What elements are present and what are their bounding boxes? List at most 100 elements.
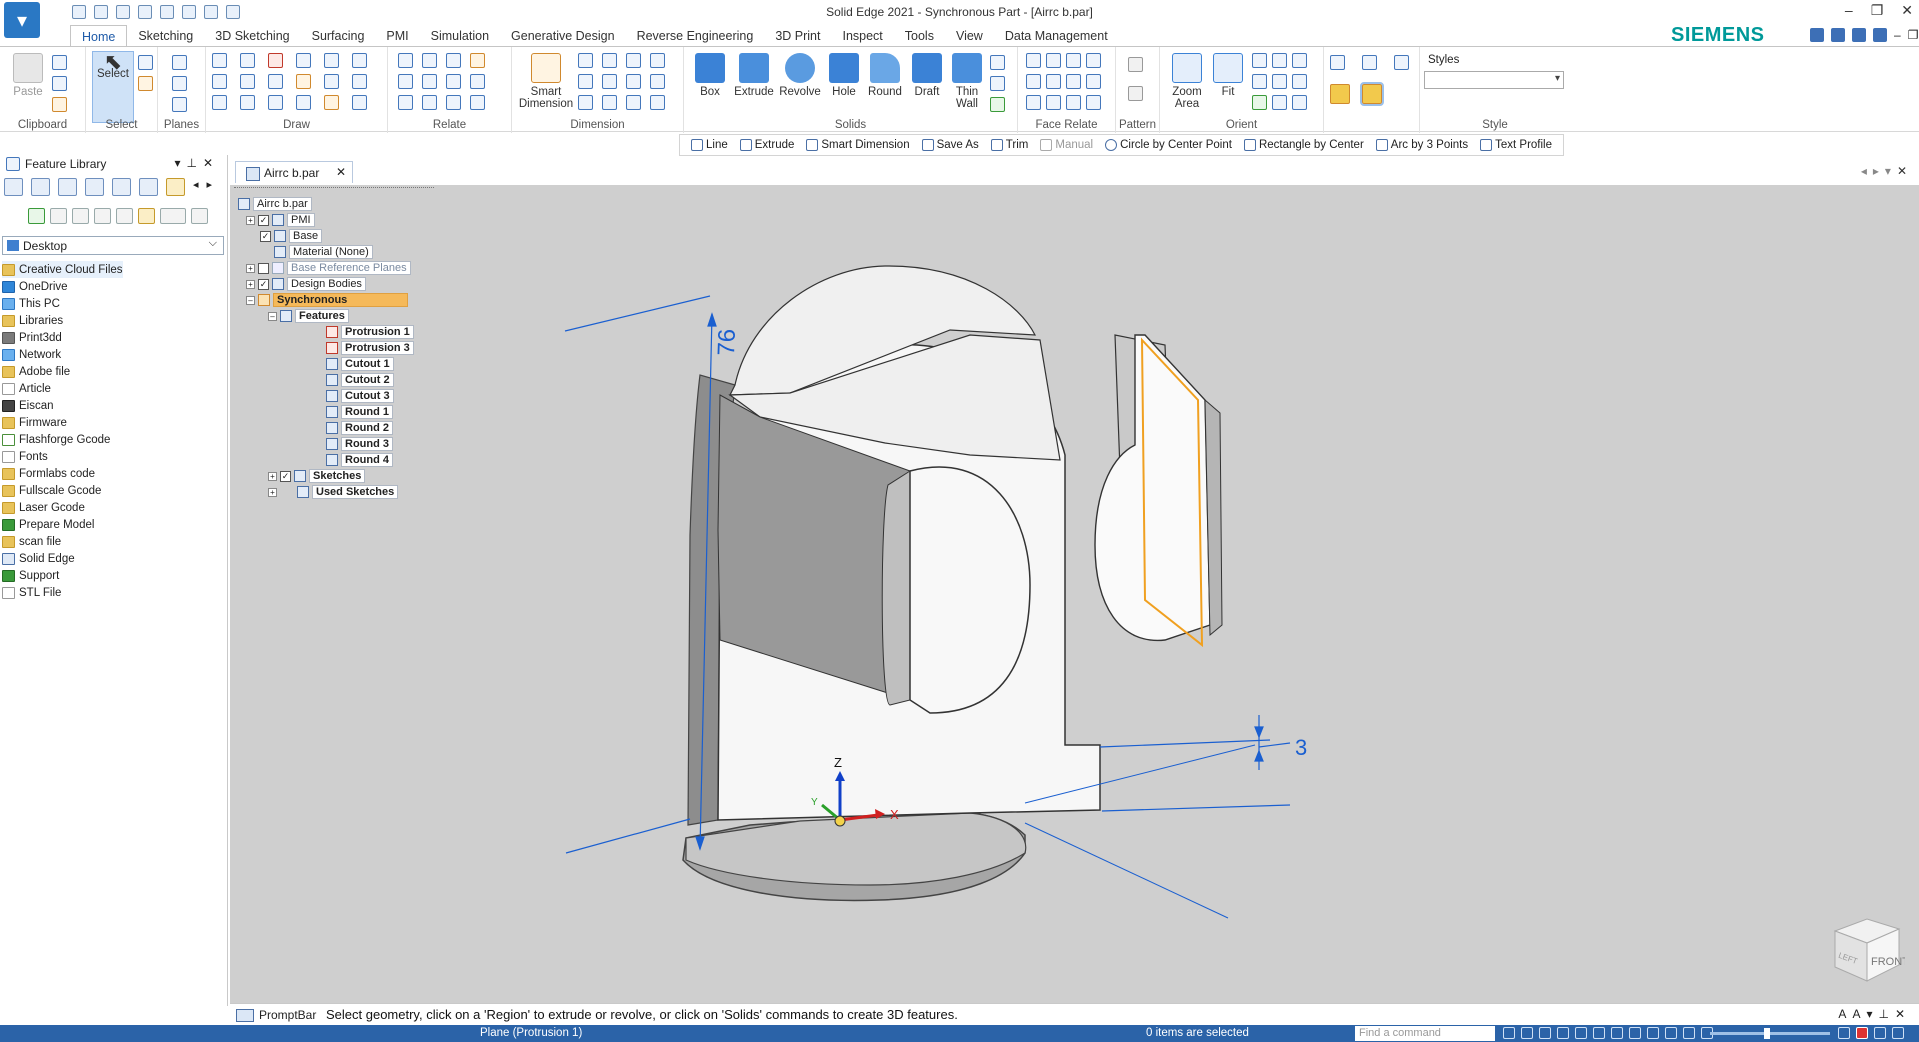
shaded-icon[interactable] — [1330, 84, 1350, 104]
text-icon[interactable] — [650, 74, 665, 89]
mirror-icon[interactable] — [324, 74, 339, 89]
visible-hidden-edges-icon[interactable] — [1362, 55, 1377, 70]
list-item[interactable]: Solid Edge — [2, 550, 123, 567]
symmetric-icon[interactable] — [422, 95, 437, 110]
tree-features[interactable]: – Features — [268, 309, 349, 323]
mirror-body-icon[interactable] — [990, 76, 1005, 91]
window-arrange-icon[interactable] — [1831, 28, 1845, 42]
doc-close-all-icon[interactable]: ✕ — [1897, 164, 1913, 178]
prompt-bar-label[interactable]: PromptBar — [236, 1008, 316, 1022]
pan-icon[interactable] — [1272, 53, 1287, 68]
view-orientation-icon[interactable] — [1272, 95, 1287, 110]
cmd-manual[interactable]: Manual — [1035, 139, 1098, 151]
list-item[interactable]: OneDrive — [2, 278, 123, 295]
list-item[interactable]: Formlabs code — [2, 465, 123, 482]
document-tab[interactable]: Airrc b.par ✕ — [235, 161, 353, 183]
height-dimension-value[interactable]: 76 — [713, 328, 741, 356]
prompt-menu-icon[interactable]: ▾ — [1866, 1007, 1878, 1021]
display-icon[interactable] — [1665, 1027, 1677, 1039]
equal-radius-icon[interactable] — [1046, 74, 1061, 89]
tab-simulation[interactable]: Simulation — [420, 25, 500, 47]
styles-dropdown[interactable] — [1424, 71, 1564, 89]
cmd-smart-dimension[interactable]: Smart Dimension — [801, 139, 914, 151]
expand-icon[interactable]: + — [268, 487, 277, 497]
cmd-circle-by-center-point[interactable]: Circle by Center Point — [1100, 139, 1237, 151]
coplanar-icon[interactable] — [1026, 53, 1041, 68]
format-painter-icon[interactable] — [52, 97, 67, 112]
tree-feature-item[interactable]: Cutout 2 — [326, 373, 394, 387]
list-item[interactable]: Adobe file — [2, 363, 123, 380]
smart-dimension-button[interactable]: Smart Dimension — [518, 53, 574, 110]
tabs-prev-icon[interactable]: ◂ — [193, 178, 199, 196]
hole-button[interactable]: Hole — [824, 53, 864, 98]
prompt-close-icon[interactable]: ✕ — [1895, 1007, 1911, 1021]
tab-sketching[interactable]: Sketching — [127, 25, 204, 47]
parallel-icon[interactable] — [422, 53, 437, 68]
tab-pmi[interactable]: PMI — [375, 25, 419, 47]
view-icon[interactable] — [1611, 1027, 1623, 1039]
tree-feature-item[interactable]: Protrusion 3 — [326, 341, 414, 355]
minimize-icon[interactable]: – — [1845, 2, 1853, 19]
mirror-pattern-icon[interactable] — [1128, 86, 1143, 101]
color-tab-icon[interactable] — [139, 178, 158, 196]
section-icon[interactable] — [1683, 1027, 1695, 1039]
spin-about-icon[interactable] — [1272, 74, 1287, 89]
construction-icon[interactable] — [324, 95, 339, 110]
right-tab[interactable] — [1094, 334, 1223, 648]
panel-menu-icon[interactable]: ▾ — [174, 156, 186, 170]
tree-synchronous[interactable]: – Synchronous — [246, 293, 408, 307]
list-item[interactable]: Fullscale Gcode — [2, 482, 123, 499]
thin-wall-button[interactable]: Thin Wall — [946, 53, 988, 110]
tree-design-bodies[interactable]: + ✓ Design Bodies — [246, 277, 366, 291]
fit-icon[interactable] — [1557, 1027, 1569, 1039]
ribbon-restore-icon[interactable]: ❐ — [1908, 28, 1919, 42]
checkbox-icon[interactable] — [258, 262, 269, 274]
checkbox-icon[interactable]: ✓ — [260, 230, 271, 242]
list-item[interactable]: Creative Cloud Files — [2, 261, 123, 278]
named-views-icon[interactable] — [1292, 53, 1307, 68]
offset-face-icon[interactable] — [1086, 74, 1101, 89]
checkbox-icon[interactable]: ✓ — [258, 214, 269, 226]
tree-material[interactable]: Material (None) — [274, 245, 373, 259]
previous-view-icon[interactable] — [1252, 95, 1267, 110]
wireframe-icon[interactable] — [1330, 55, 1345, 70]
panel-close-icon[interactable]: ✕ — [203, 156, 219, 170]
concentric-icon[interactable] — [446, 53, 461, 68]
layers-tab-icon[interactable] — [85, 178, 104, 196]
rigid-set-icon[interactable] — [470, 74, 485, 89]
angular-coordinate-icon[interactable] — [602, 74, 617, 89]
shading-icon[interactable] — [1647, 1027, 1659, 1039]
tabs-next-icon[interactable]: ▸ — [207, 178, 213, 196]
select-tools-icon[interactable] — [138, 55, 153, 70]
fillet-icon[interactable] — [268, 74, 283, 89]
arc-icon[interactable] — [240, 53, 255, 68]
angle-between-icon[interactable] — [602, 53, 617, 68]
tree-base[interactable]: ✓ Base — [260, 229, 323, 243]
cmd-line[interactable]: Line — [686, 139, 733, 151]
perpendicular-face-icon[interactable] — [1026, 95, 1041, 110]
cmd-arc-by-3-points[interactable]: Arc by 3 Points — [1371, 139, 1473, 151]
coincident-plane-icon[interactable] — [172, 76, 187, 91]
perpendicular-icon[interactable] — [446, 74, 461, 89]
checkbox-icon[interactable]: ✓ — [280, 470, 291, 482]
trim-icon[interactable] — [268, 53, 283, 68]
aligned-holes-icon[interactable] — [1066, 95, 1081, 110]
cmd-rectangle-by-center[interactable]: Rectangle by Center — [1239, 139, 1369, 151]
coordinate-dimension-icon[interactable] — [578, 74, 593, 89]
list-item[interactable]: Fonts — [2, 448, 123, 465]
expand-icon[interactable]: + — [268, 471, 277, 481]
zoom-in-icon[interactable] — [1838, 1027, 1850, 1039]
location-dropdown[interactable]: Desktop — [2, 236, 224, 255]
offset-icon[interactable] — [324, 53, 339, 68]
horizontal-vertical-icon[interactable] — [398, 74, 413, 89]
relationship-handles-icon[interactable] — [470, 95, 485, 110]
fill-icon[interactable] — [296, 53, 311, 68]
restore-icon[interactable]: ❐ — [1871, 2, 1884, 19]
point-icon[interactable] — [296, 95, 311, 110]
up-folder-icon[interactable] — [50, 208, 67, 224]
annotation-icon[interactable] — [650, 53, 665, 68]
key-tab-icon[interactable] — [166, 178, 185, 196]
tree-feature-item[interactable]: Round 4 — [326, 453, 393, 467]
tree-feature-item[interactable]: Round 2 — [326, 421, 393, 435]
expand-icon[interactable]: + — [246, 263, 255, 273]
